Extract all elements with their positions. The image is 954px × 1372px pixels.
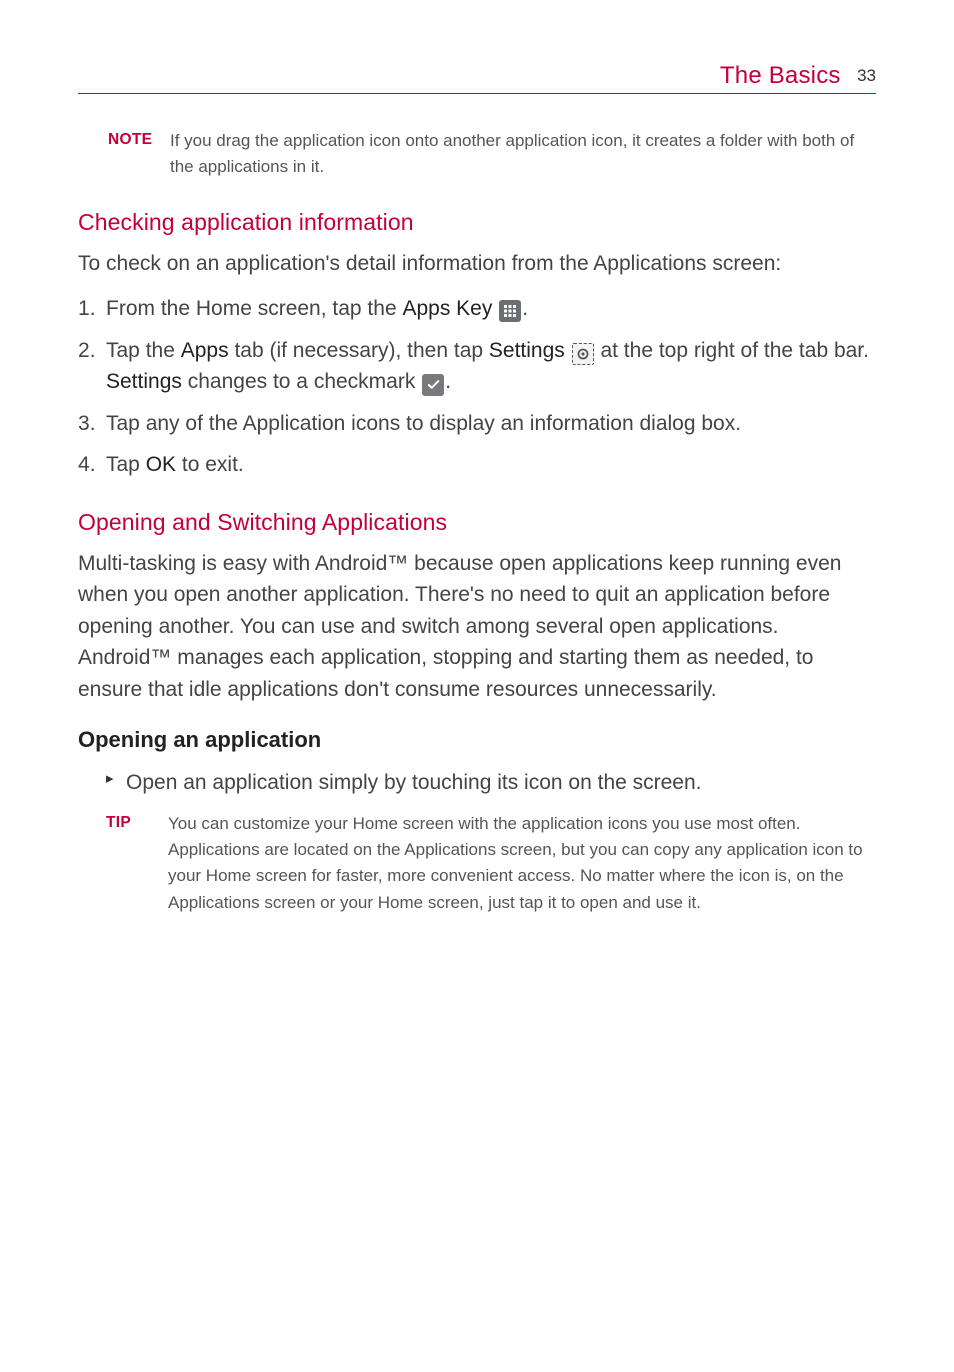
step-2-text-h: . [445,370,451,393]
tip-block: TIP You can customize your Home screen w… [106,811,876,916]
tip-label: TIP [106,811,168,916]
settings-label-1: Settings [489,339,571,362]
step-2-text-c: tab (if necessary), then tap [229,339,489,362]
section-open-switch: Opening and Switching Applications Multi… [78,509,876,916]
steps-list: From the Home screen, tap the Apps Key .… [78,293,876,481]
step-1-text-a: From the Home screen, tap the [106,297,402,320]
section-title-checking: Checking application information [78,209,876,236]
step-4-text-c: to exit. [176,453,244,476]
step-2-text-e: at the top right of the tab bar. [595,339,869,362]
section-title-opening: Opening and Switching Applications [78,509,876,536]
step-2: Tap the Apps tab (if necessary), then ta… [78,335,876,398]
apps-grid-icon [499,300,521,322]
step-2-text-g: changes to a checkmark [182,370,421,393]
section-name: The Basics [720,62,841,89]
note-block: NOTE If you drag the application icon on… [108,128,876,181]
step-3: Tap any of the Application icons to disp… [78,408,876,440]
step-4-text-a: Tap [106,453,146,476]
apps-key-label: Apps Key [402,297,498,320]
check-intro: To check on an application's detail info… [78,248,876,280]
ok-label: OK [146,453,176,476]
step-2-text-a: Tap the [106,339,181,362]
step-1-text-c: . [522,297,528,320]
subsection-heading: Opening an application [78,727,876,753]
checkmark-icon [422,374,444,396]
note-label: NOTE [108,128,170,181]
step-1: From the Home screen, tap the Apps Key . [78,293,876,325]
open-body: Multi-tasking is easy with Android™ beca… [78,548,876,706]
apps-tab-label: Apps [181,339,229,362]
settings-label-2: Settings [106,370,182,393]
page-header: The Basics 33 [78,62,876,94]
step-4: Tap OK to exit. [78,449,876,481]
page-number: 33 [857,66,876,85]
document-page: The Basics 33 NOTE If you drag the appli… [0,0,954,916]
bullet-list: Open an application simply by touching i… [106,767,876,799]
bullet-1: Open an application simply by touching i… [106,767,876,799]
settings-gear-icon [572,343,594,365]
note-text: If you drag the application icon onto an… [170,128,876,181]
tip-text: You can customize your Home screen with … [168,811,876,916]
